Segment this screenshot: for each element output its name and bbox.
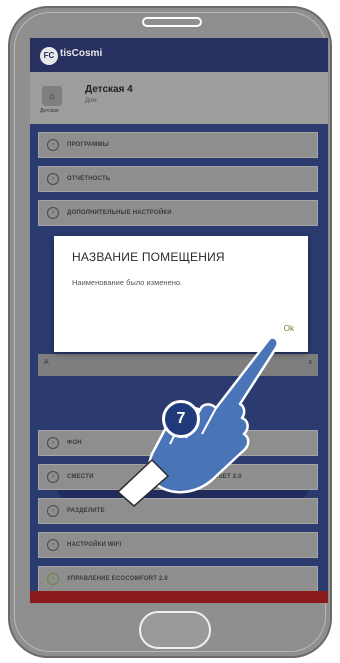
chevron-right-icon: › xyxy=(47,173,59,185)
dialog-message: Наименование было изменено. xyxy=(72,278,183,287)
app-logo-text: tisCosmi xyxy=(60,48,103,59)
menu-item-label: ОТЧЁТНОСТЬ xyxy=(67,176,111,182)
logo-icon: FC xyxy=(40,47,58,65)
room-icon[interactable]: ⌂ xyxy=(42,86,62,106)
home-button[interactable] xyxy=(139,611,211,649)
room-icon-label: Детская xyxy=(40,108,59,114)
menu-item-label: НАСТРОЙКИ WIFI xyxy=(67,542,122,548)
room-subtitle: Дом xyxy=(85,98,97,104)
chevron-right-icon: › xyxy=(47,539,59,551)
clear-icon[interactable]: x xyxy=(309,359,313,366)
chevron-right-icon: › xyxy=(47,139,59,151)
menu-item-ecocomfort[interactable]: › УПРАВЛЕНИЕ ECOCOMFORT 2.0 xyxy=(38,566,318,592)
room-header: ⌂ Детская Детская 4 Дом xyxy=(30,72,328,124)
field-left-marker: A xyxy=(44,359,49,366)
menu-item-label: СМЕСТИ xyxy=(67,474,94,480)
menu-item-label: ДОПОЛНИТЕЛЬНЫЕ НАСТРОЙКИ xyxy=(67,210,172,216)
menu-item-wifi-settings[interactable]: › НАСТРОЙКИ WIFI xyxy=(38,532,318,558)
menu-item-advanced-settings[interactable]: › ДОПОЛНИТЕЛЬНЫЕ НАСТРОЙКИ xyxy=(38,200,318,226)
menu-item-label: ПРОГРАММЫ xyxy=(67,142,109,148)
menu-item-label: УПРАВЛЕНИЕ ECOCOMFORT 2.0 xyxy=(67,576,168,582)
chevron-right-icon: › xyxy=(47,437,59,449)
chevron-right-icon: › xyxy=(47,505,59,517)
chevron-right-icon: › xyxy=(47,573,59,585)
menu-item-programs[interactable]: › ПРОГРАММЫ xyxy=(38,132,318,158)
room-title: Детская 4 xyxy=(85,84,133,95)
dialog-ok-button[interactable]: Ok xyxy=(284,324,294,333)
bottom-accent-bar xyxy=(30,591,328,603)
phone-speaker xyxy=(142,17,202,27)
menu-item-reports[interactable]: › ОТЧЁТНОСТЬ xyxy=(38,166,318,192)
chevron-right-icon: › xyxy=(47,471,59,483)
app-bar: FC tisCosmi xyxy=(30,38,328,72)
dialog-title: НАЗВАНИЕ ПОМЕЩЕНИЯ xyxy=(72,250,225,264)
menu-item-label: РАЗДЕЛИТЕ xyxy=(67,508,105,514)
chevron-down-icon: › xyxy=(47,207,59,219)
step-number-badge: 7 xyxy=(162,400,200,438)
menu-item-label: ФОН xyxy=(67,440,82,446)
